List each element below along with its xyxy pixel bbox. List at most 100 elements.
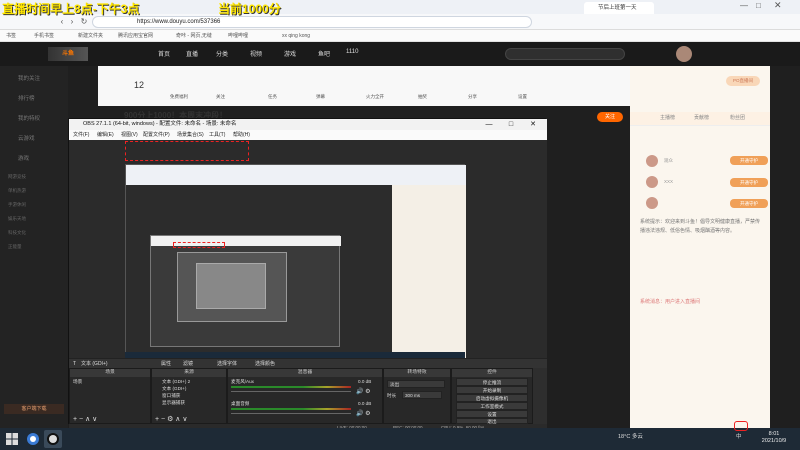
- browser-taskbar-icon[interactable]: [24, 430, 42, 448]
- scene-item[interactable]: 场景: [73, 379, 82, 385]
- volume-slider[interactable]: [231, 391, 351, 392]
- guard-button[interactable]: 开通守护: [730, 199, 768, 208]
- browser-tab[interactable]: 节后上班第一天: [584, 2, 654, 14]
- obs-window: OBS 27.1.1 (64-bit, windows) - 配置文件: 未命名…: [68, 118, 547, 432]
- overlay-selection-box[interactable]: [125, 141, 249, 161]
- sidebar-category[interactable]: 网游竞技: [8, 174, 26, 180]
- guard-button[interactable]: 开通守护: [730, 156, 768, 165]
- audio-meter: [231, 408, 351, 410]
- toolbar-item[interactable]: 弹幕: [316, 94, 325, 100]
- menu-item[interactable]: 文件(F): [73, 130, 89, 140]
- tab-fans[interactable]: 粉丝团: [730, 114, 745, 121]
- nav-item[interactable]: 1110: [346, 49, 358, 55]
- maximize-icon[interactable]: □: [756, 1, 761, 10]
- add-source-icon[interactable]: + − ⚙ ∧ ∨: [155, 415, 187, 423]
- volume-slider[interactable]: [231, 413, 351, 414]
- start-recording-button[interactable]: 开始录制: [456, 386, 528, 394]
- refresh-icon[interactable]: ↻: [78, 16, 90, 28]
- menu-item[interactable]: 工具(T): [209, 130, 225, 140]
- chat-message: 系统消息：用户进入直播间: [640, 299, 701, 305]
- nav-item[interactable]: 首页: [158, 49, 170, 58]
- toolbar-item[interactable]: 分享: [468, 94, 477, 100]
- sidebar-category[interactable]: 科技文化: [8, 230, 26, 236]
- sidebar: 我的关注 排行榜 我的特权 云游戏 游戏 网游竞技 单机热游 手游休闲 娱乐天地…: [0, 66, 68, 428]
- source-item[interactable]: 文本 (GDI+): [162, 386, 186, 392]
- transitions-dock: 转场特效 淡出 时长 300 ms: [383, 368, 451, 424]
- toolbar-item[interactable]: 关注: [216, 94, 225, 100]
- avatar[interactable]: [676, 46, 692, 62]
- sidebar-category[interactable]: 正能量: [8, 244, 22, 250]
- studio-mode-button[interactable]: 工作室模式: [456, 402, 528, 410]
- search-input[interactable]: [505, 48, 625, 60]
- toolbar-item[interactable]: 任务: [268, 94, 277, 100]
- add-scene-icon[interactable]: + − ∧ ∨: [73, 415, 97, 423]
- bookmark-item[interactable]: 新建文件夹: [78, 30, 103, 42]
- mixer-channel-name: 桌面音频: [231, 401, 250, 406]
- maximize-icon[interactable]: □: [501, 119, 521, 130]
- menu-item[interactable]: 视图(V): [121, 130, 138, 140]
- speaker-icon[interactable]: 🔊 ⚙: [356, 410, 371, 417]
- download-client-button[interactable]: 客户端下载: [4, 404, 64, 414]
- toolbar-item[interactable]: 免费福利: [170, 94, 188, 100]
- sidebar-category[interactable]: 手游休闲: [8, 202, 26, 208]
- sidebar-item[interactable]: 云游戏: [18, 134, 35, 142]
- rank-name: 观众: [664, 158, 673, 163]
- settings-button[interactable]: 设置: [456, 410, 528, 418]
- clock-time: 8:01: [768, 431, 780, 437]
- sidebar-category[interactable]: 单机热游: [8, 188, 26, 194]
- nav-item[interactable]: 视频: [250, 49, 262, 58]
- follow-button[interactable]: 关注: [597, 112, 623, 122]
- clock[interactable]: 8:01 2021/10/9: [754, 431, 794, 445]
- ime-indicator[interactable]: 中: [736, 432, 742, 440]
- minimize-icon[interactable]: —: [740, 1, 748, 10]
- sidebar-item[interactable]: 排行榜: [18, 94, 35, 102]
- level-number: 12: [134, 80, 145, 90]
- windows-start-icon[interactable]: [6, 433, 18, 445]
- bookmark-item[interactable]: xx qing kong: [282, 30, 310, 42]
- menu-item[interactable]: 配置文件(P): [143, 130, 170, 140]
- bookmark-item[interactable]: 书签: [6, 30, 16, 42]
- toolbar-item[interactable]: 抽奖: [418, 94, 427, 100]
- menu-item[interactable]: 场景集合(S): [177, 130, 204, 140]
- avatar: [646, 155, 658, 167]
- obs-preview[interactable]: [69, 140, 547, 381]
- nav-item[interactable]: 游戏: [284, 49, 296, 58]
- bookmark-item[interactable]: 腾讯应用宝官网: [118, 30, 153, 42]
- duration-input[interactable]: 300 ms: [402, 391, 442, 399]
- nav-item[interactable]: 鱼吧: [318, 49, 330, 58]
- address-bar[interactable]: https://www.douyu.com/537366: [92, 16, 532, 28]
- overlay-schedule-text: 直播时间早上8点-下午3点: [2, 2, 140, 16]
- weather-text[interactable]: 18°C 多云: [618, 432, 643, 440]
- menu-item[interactable]: 编辑(E): [97, 130, 114, 140]
- nav-item[interactable]: 直播: [186, 49, 198, 58]
- close-icon[interactable]: ✕: [523, 119, 543, 130]
- speaker-icon[interactable]: 🔊 ⚙: [356, 388, 371, 395]
- source-item[interactable]: 窗口捕获: [162, 393, 180, 399]
- virtual-camera-button[interactable]: 启动虚拟摄像机: [456, 394, 528, 402]
- toolbar-item[interactable]: 火力全开: [366, 94, 384, 100]
- forward-icon[interactable]: ›: [66, 16, 78, 28]
- toolbar-item[interactable]: 设置: [518, 94, 527, 100]
- bookmark-item[interactable]: 哔哩哔哩: [228, 30, 248, 42]
- bookmark-item[interactable]: 奇咔 - 网页,无缝: [176, 30, 212, 42]
- guard-button[interactable]: 开通守护: [730, 178, 768, 187]
- tab-anchor-rank[interactable]: 主播榜: [660, 114, 675, 121]
- close-icon[interactable]: ✕: [774, 0, 782, 11]
- source-item[interactable]: 显示器捕获: [162, 400, 185, 406]
- po-badge[interactable]: PO直播间: [726, 76, 760, 86]
- sidebar-item[interactable]: 我的特权: [18, 114, 40, 122]
- tab-contribution[interactable]: 贡献榜: [694, 114, 709, 121]
- sources-dock: 来源 文本 (GDI+) 2 文本 (GDI+) 窗口捕获 显示器捕获 + − …: [151, 368, 227, 424]
- sidebar-item[interactable]: 我的关注: [18, 74, 40, 82]
- obs-taskbar-icon[interactable]: [44, 430, 62, 448]
- sidebar-category[interactable]: 娱乐天地: [8, 216, 26, 222]
- menu-item[interactable]: 帮助(H): [233, 130, 250, 140]
- transition-select[interactable]: 淡出: [387, 380, 445, 388]
- bookmark-item[interactable]: 手机书签: [34, 30, 54, 42]
- sidebar-item[interactable]: 游戏: [18, 154, 29, 162]
- nav-item[interactable]: 分类: [216, 49, 228, 58]
- douyu-logo[interactable]: 斗鱼: [48, 47, 88, 61]
- stop-streaming-button[interactable]: 停止推流: [456, 378, 528, 386]
- source-item[interactable]: 文本 (GDI+) 2: [162, 379, 190, 385]
- minimize-icon[interactable]: —: [479, 119, 499, 130]
